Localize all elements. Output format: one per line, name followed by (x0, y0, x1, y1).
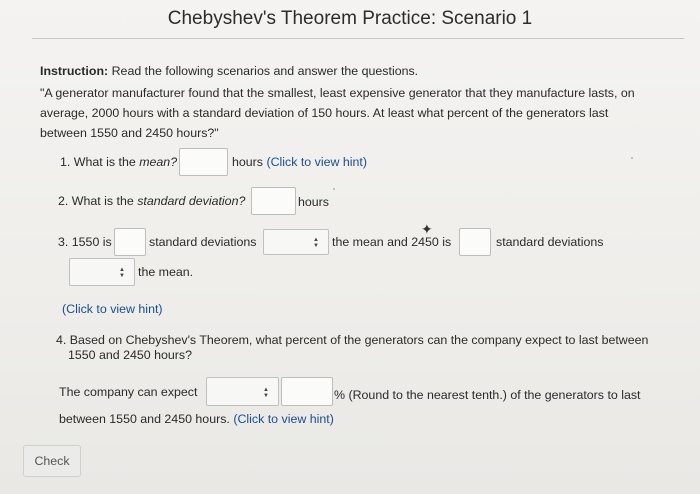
q4-answer-suffix: % (Round to the nearest tenth.) of the g… (334, 388, 641, 402)
q4-line-4: between 1550 and 2450 hours. (Click to v… (59, 409, 334, 429)
q3-label-1: standard deviations (149, 235, 257, 249)
q3-prefix: 3. 1550 is (58, 235, 112, 249)
q1-hint-link[interactable]: (Click to view hint) (266, 155, 367, 169)
mouse-pointer-icon: ✦ (421, 221, 433, 237)
instruction-label: Instruction: (40, 64, 109, 78)
instruction-text: Read the following scenarios and answer … (111, 64, 419, 78)
q3-std-count-2-input[interactable] (459, 228, 491, 256)
q3-end: the mean. (138, 265, 194, 279)
q3-hint-link[interactable]: (Click to view hint) (62, 299, 163, 319)
title-divider (32, 38, 684, 39)
q4-line-4-text: between 1550 and 2450 hours. (59, 412, 230, 426)
page-title: Chebyshev's Theorem Practice: Scenario 1 (167, 8, 533, 29)
q2-question: 2. What is the standard deviation? (58, 191, 245, 211)
updown-caret-icon: ▲ ▼ (263, 387, 269, 399)
percent-input[interactable] (281, 377, 333, 406)
q3-label-2: the mean and 2450 is (332, 235, 452, 249)
instruction: Instruction: Read the following scenario… (40, 61, 418, 81)
scenario-line-3: between 1550 and 2450 hours?" (40, 126, 219, 140)
decorative-dot (333, 188, 335, 190)
q4-comparison-dropdown[interactable]: ▲ ▼ (206, 377, 279, 406)
q3-label-3: standard deviations (496, 235, 604, 249)
q1-units: hours (232, 155, 263, 169)
mean-input[interactable] (179, 148, 228, 176)
page: Chebyshev's Theorem Practice: Scenario 1… (0, 0, 700, 494)
q4-answer-prefix: The company can expect (59, 385, 198, 399)
q1-prefix: 1. What is the (60, 155, 140, 169)
check-button[interactable]: Check (23, 445, 81, 477)
q3-direction-dropdown-2[interactable]: ▲ ▼ (69, 258, 135, 286)
updown-caret-icon: ▲ ▼ (313, 237, 319, 249)
q2-units: hours (298, 195, 329, 209)
q1-question: 1. What is the mean? (60, 152, 177, 172)
updown-caret-icon: ▲ ▼ (119, 267, 125, 279)
scenario-line-1: "A generator manufacturer found that the… (40, 86, 635, 100)
q2-italic: standard deviation? (137, 194, 246, 208)
std-dev-input[interactable] (251, 187, 296, 215)
q3-direction-dropdown-1[interactable]: ▲ ▼ (263, 229, 329, 255)
q3-std-count-1-input[interactable] (114, 228, 146, 256)
q4-line-2: 1550 and 2450 hours? (68, 348, 193, 362)
decorative-dot (631, 157, 633, 159)
scenario-line-2: average, 2000 hours with a standard devi… (40, 106, 609, 120)
q2-prefix: 2. What is the (58, 194, 138, 208)
q1-italic: mean? (139, 155, 178, 169)
q1-suffix-row: hours (Click to view hint) (232, 152, 367, 172)
q4-hint-link[interactable]: (Click to view hint) (233, 412, 334, 426)
